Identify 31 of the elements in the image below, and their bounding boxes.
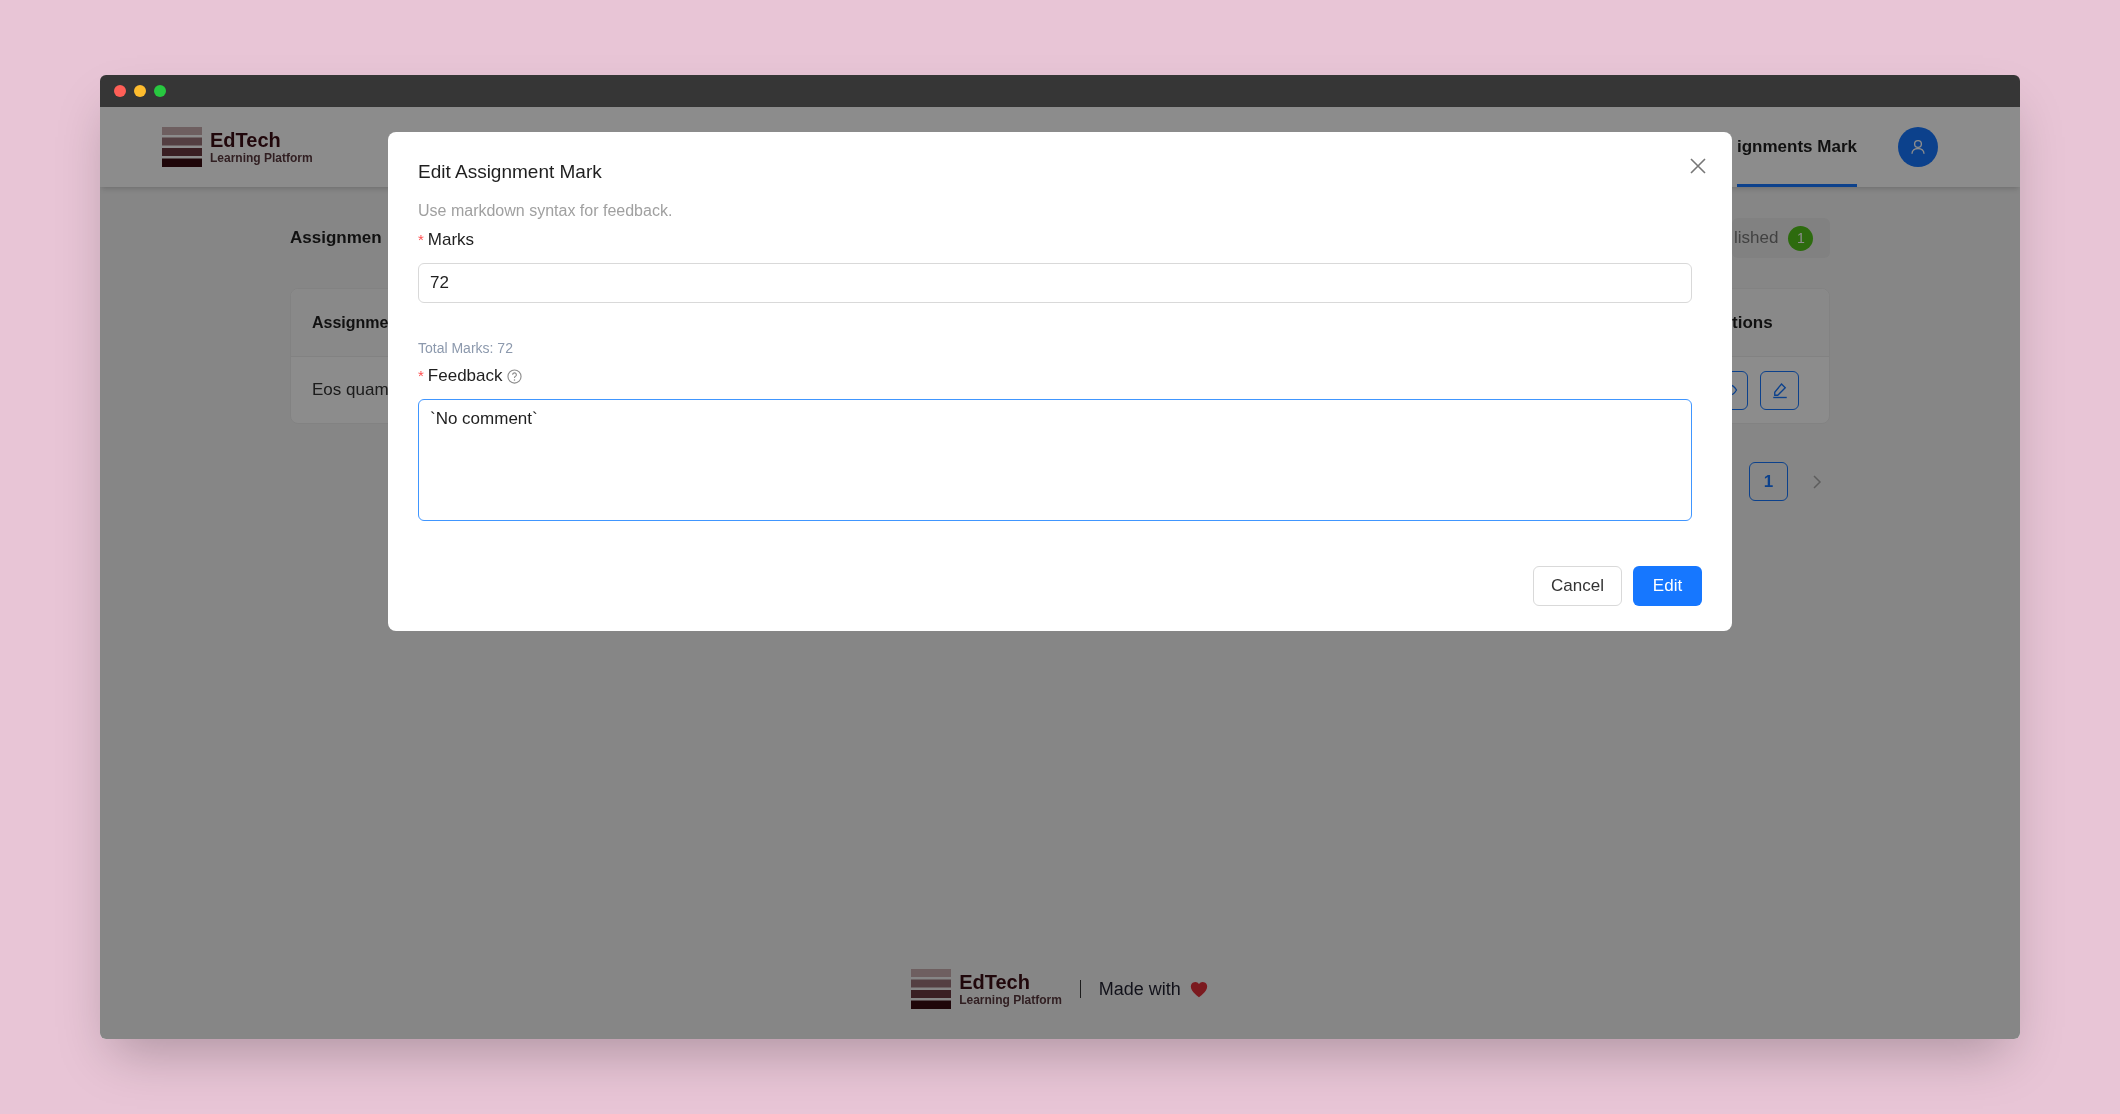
- edit-button[interactable]: [1760, 370, 1799, 410]
- cancel-button[interactable]: Cancel: [1533, 566, 1622, 606]
- page-heading: Assignmen: [290, 227, 382, 250]
- marks-field[interactable]: 72: [418, 263, 1692, 303]
- table-cell-text: Eos quam: [312, 379, 389, 402]
- required-mark: *: [418, 229, 424, 250]
- logo-subtitle: Learning Platform: [210, 151, 313, 165]
- count-badge: 1: [1788, 225, 1814, 251]
- close-icon[interactable]: [1689, 157, 1707, 175]
- logo-title: EdTech: [959, 971, 1031, 993]
- column-header: tions: [1732, 311, 1774, 334]
- field-label: Feedback: [427, 365, 503, 388]
- pencil-icon: [1770, 381, 1789, 399]
- column-header: Assignme: [312, 312, 389, 333]
- edit-button[interactable]: Edit: [1633, 566, 1702, 606]
- feedback-field[interactable]: `No comment`: [418, 399, 1692, 521]
- user-icon: [1909, 138, 1927, 156]
- total-marks-note: Total Marks: 72: [418, 339, 514, 358]
- heart-icon: [1188, 980, 1209, 998]
- field-label: Marks: [427, 229, 475, 252]
- logo-icon: [911, 969, 952, 1009]
- nav-tab[interactable]: ignments Mark: [1737, 107, 1857, 187]
- required-mark: *: [418, 365, 424, 386]
- footer-text: Made with: [1098, 977, 1181, 1001]
- dialog-description: Use markdown syntax for feedback.: [418, 201, 674, 221]
- dialog-title: Edit Assignment Mark: [418, 160, 602, 184]
- logo-subtitle: Learning Platform: [959, 993, 1062, 1007]
- logo-icon: [162, 127, 202, 167]
- avatar-button[interactable]: [1898, 127, 1938, 167]
- help-icon[interactable]: [506, 368, 522, 384]
- logo-title: EdTech: [210, 129, 282, 151]
